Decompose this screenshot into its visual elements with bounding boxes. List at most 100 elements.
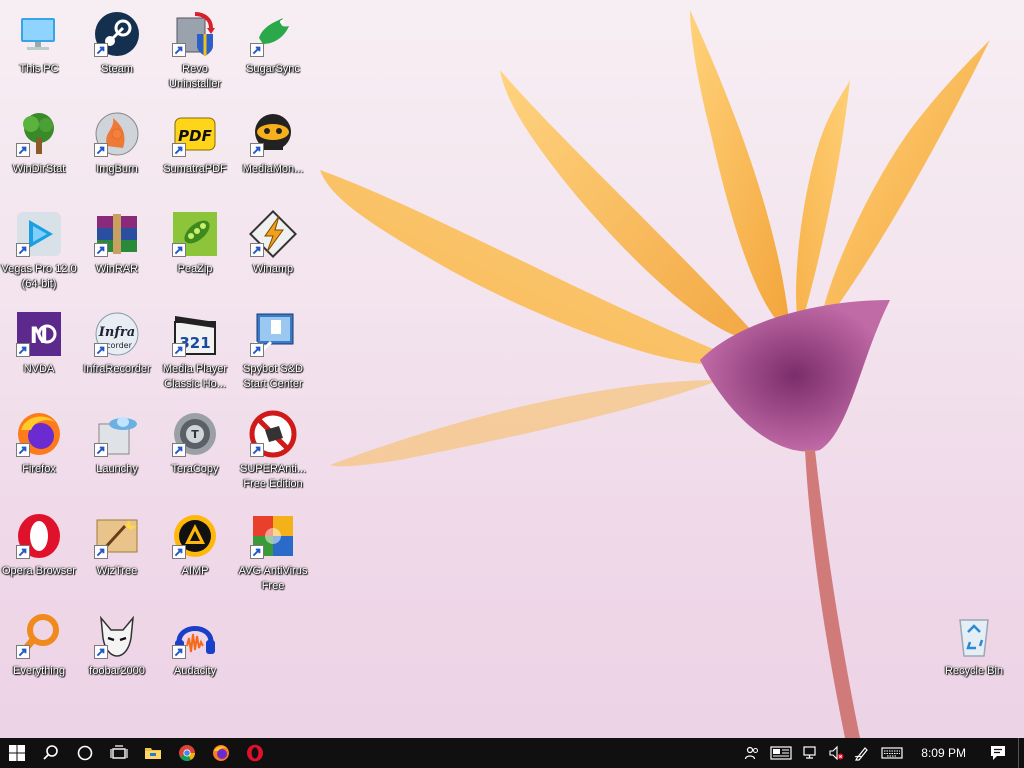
desktop-icon-recycle-bin[interactable]: Recycle Bin: [936, 612, 1012, 679]
shortcut-arrow-icon: [94, 545, 108, 559]
start-button[interactable]: [0, 738, 34, 768]
show-desktop-button[interactable]: [1018, 738, 1024, 768]
superantispyware-icon: [249, 410, 297, 458]
opera-icon: [247, 744, 263, 762]
shortcut-arrow-icon: [172, 243, 186, 257]
shortcut-arrow-icon: [172, 343, 186, 357]
desktop-icon-nvda[interactable]: N NVDA: [1, 310, 77, 377]
search-icon: [43, 745, 58, 760]
shortcut-arrow-icon: [250, 545, 264, 559]
desktop-icon-aimp[interactable]: AIMP: [157, 512, 233, 579]
cortana-icon: [77, 745, 93, 761]
desktop-icon-opera[interactable]: Opera Browser: [1, 512, 77, 579]
desktop-icon-label: TeraCopy: [171, 463, 219, 475]
desktop-icon-this-pc[interactable]: This PC: [1, 10, 77, 77]
tray-network[interactable]: [797, 738, 823, 768]
volume-muted-icon: [829, 745, 844, 761]
taskbar-opera[interactable]: [238, 738, 272, 768]
desktop-icon-label: Recycle Bin: [944, 665, 1004, 677]
windirstat-icon: [15, 110, 63, 158]
taskbar-clock[interactable]: 8:09 PM: [909, 738, 978, 768]
cortana-button[interactable]: [68, 738, 102, 768]
desktop-icon-label: Launchy: [96, 463, 138, 475]
desktop-icon-label: WinRAR: [95, 263, 139, 275]
desktop-icon-revo-uninstaller[interactable]: Revo Uninstaller: [157, 10, 233, 92]
shortcut-arrow-icon: [16, 545, 30, 559]
shortcut-arrow-icon: [16, 143, 30, 157]
desktop-icon-mediamonkey[interactable]: MediaMon...: [235, 110, 311, 177]
firefox-icon: [15, 410, 63, 458]
tray-people[interactable]: [739, 738, 765, 768]
action-center-button[interactable]: [978, 738, 1018, 768]
taskbar: 8:09 PM: [0, 738, 1024, 768]
sumatrapdf-icon: PDF: [171, 110, 219, 158]
aimp-icon: [171, 512, 219, 560]
desktop-icon-label: NVDA: [23, 363, 55, 375]
people-icon: [745, 746, 759, 760]
search-button[interactable]: [34, 738, 68, 768]
taskbar-firefox[interactable]: [204, 738, 238, 768]
shortcut-arrow-icon: [16, 343, 30, 357]
desktop-icon-peazip[interactable]: PeaZip: [157, 210, 233, 277]
start-icon: [9, 745, 25, 761]
desktop-icon-label: InfraRecorder: [83, 363, 151, 375]
desktop-icon-windirstat[interactable]: WinDirStat: [1, 110, 77, 177]
desktop-icon-foobar2000[interactable]: foobar2000: [79, 612, 155, 679]
vegas-pro-icon: [15, 210, 63, 258]
desktop-icon-superantispyware[interactable]: SUPERAnti... Free Edition: [235, 410, 311, 492]
revo-uninstaller-icon: [171, 10, 219, 58]
desktop-icon-launchy[interactable]: Launchy: [79, 410, 155, 477]
desktop-icon-sugarsync[interactable]: SugarSync: [235, 10, 311, 77]
desktop-icon-avg[interactable]: AVG AntiVirus Free: [235, 512, 311, 594]
spybot-icon: [249, 310, 297, 358]
svg-text:corder: corder: [106, 341, 132, 350]
shortcut-arrow-icon: [172, 43, 186, 57]
desktop-icon-teracopy[interactable]: T TeraCopy: [157, 410, 233, 477]
desktop-icon-imgburn[interactable]: ImgBurn: [79, 110, 155, 177]
teracopy-icon: T: [171, 410, 219, 458]
shortcut-arrow-icon: [250, 43, 264, 57]
desktop-icon-steam[interactable]: Steam: [79, 10, 155, 77]
desktop-icon-wiztree[interactable]: WizTree: [79, 512, 155, 579]
taskbar-chrome[interactable]: [170, 738, 204, 768]
news-icon: [770, 746, 792, 760]
audacity-icon: [171, 612, 219, 660]
mediamonkey-icon: [249, 110, 297, 158]
file-explorer-icon: [145, 748, 161, 759]
desktop-icon-everything[interactable]: Everything: [1, 612, 77, 679]
opera-icon: [15, 512, 63, 560]
tray-keyboard[interactable]: [875, 738, 909, 768]
shortcut-arrow-icon: [172, 443, 186, 457]
desktop-icon-firefox[interactable]: Firefox: [1, 410, 77, 477]
keyboard-icon: [881, 747, 903, 759]
shortcut-arrow-icon: [16, 443, 30, 457]
shortcut-arrow-icon: [94, 645, 108, 659]
desktop-icon-media-player-classic[interactable]: 321 Media Player Classic Ho...: [157, 310, 233, 392]
desktop-icon-audacity[interactable]: Audacity: [157, 612, 233, 679]
desktop-icon-sumatrapdf[interactable]: PDF SumatraPDF: [157, 110, 233, 177]
tray-volume[interactable]: [823, 738, 849, 768]
taskbar-file-explorer[interactable]: [136, 738, 170, 768]
desktop-icon-label: foobar2000: [89, 665, 145, 677]
avg-icon: [249, 512, 297, 560]
desktop-icon-label: Media Player Classic Ho...: [162, 363, 228, 390]
desktop-icon-winrar[interactable]: WinRAR: [79, 210, 155, 277]
desktop-icon-vegas-pro[interactable]: Vegas Pro 12.0 (64-bit): [1, 210, 77, 292]
task-view-button[interactable]: [102, 738, 136, 768]
winrar-icon: [93, 210, 141, 258]
desktop-icon-winamp[interactable]: Winamp: [235, 210, 311, 277]
imgburn-icon: [93, 110, 141, 158]
desktop-icon-label: AVG AntiVirus Free: [238, 565, 308, 592]
shortcut-arrow-icon: [16, 243, 30, 257]
shortcut-arrow-icon: [94, 443, 108, 457]
tray-pen[interactable]: [849, 738, 875, 768]
system-tray: 8:09 PM: [739, 738, 1024, 768]
chrome-icon: [179, 745, 195, 761]
desktop-icon-label: SugarSync: [246, 63, 300, 75]
desktop-icon-infrarecorder[interactable]: Infra corder InfraRecorder: [79, 310, 155, 377]
desktop-icon-label: PeaZip: [177, 263, 213, 275]
firefox-icon: [213, 745, 229, 761]
desktop-icon-spybot[interactable]: Spybot S&D Start Center: [235, 310, 311, 392]
desktop-icon-label: Steam: [101, 63, 133, 75]
tray-news[interactable]: [765, 738, 797, 768]
